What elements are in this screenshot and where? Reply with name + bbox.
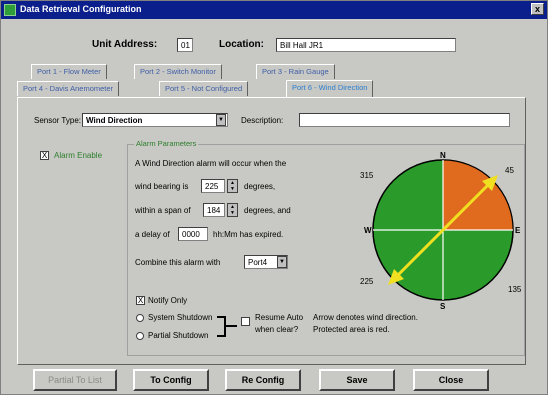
re-config-button[interactable]: Re Config: [225, 369, 301, 391]
bearing-prefix: wind bearing is: [135, 182, 189, 191]
to-config-button[interactable]: To Config: [133, 369, 209, 391]
app-icon: [4, 4, 16, 16]
tab-port-6[interactable]: Port 6 - Wind Direction: [286, 80, 374, 97]
chevron-down-icon[interactable]: ▼: [216, 114, 226, 126]
config-window: Data Retrieval Configuration x Unit Addr…: [0, 0, 548, 395]
compass-45: 45: [505, 166, 514, 175]
compass-225: 225: [360, 277, 374, 286]
delay-prefix: a delay of: [135, 230, 170, 239]
title-bar: Data Retrieval Configuration x: [1, 1, 547, 19]
tab-port-4[interactable]: Port 4 - Davis Anemometer: [17, 81, 120, 96]
bracket-connector: [217, 316, 237, 337]
close-button[interactable]: Close: [413, 369, 489, 391]
partial-to-list-button[interactable]: Partial To List: [33, 369, 117, 391]
span-field[interactable]: 184: [203, 203, 225, 217]
alarm-enable-label: Alarm Enable: [54, 151, 103, 160]
span-spinner[interactable]: ▲ ▼: [227, 203, 238, 217]
chevron-down-icon[interactable]: ▼: [277, 256, 287, 268]
location-label: Location:: [219, 39, 264, 50]
compass-w: W: [364, 226, 372, 235]
resume-auto-label: Resume Auto: [255, 313, 304, 322]
sensor-type-label: Sensor Type:: [34, 116, 81, 125]
notify-only-label: Notify Only: [148, 296, 188, 305]
tab-panel: Sensor Type: Wind Direction ▼ Descriptio…: [17, 97, 526, 365]
description-label: Description:: [241, 116, 284, 125]
tab-port-5[interactable]: Port 5 - Not Configured: [159, 81, 249, 96]
location-field[interactable]: Bill Hall JR1: [276, 38, 456, 52]
delay-field[interactable]: 0000: [178, 227, 208, 241]
sensor-type-select[interactable]: Wind Direction: [82, 113, 228, 127]
save-button[interactable]: Save: [319, 369, 395, 391]
description-field[interactable]: [299, 113, 510, 127]
span-prefix: within a span of: [135, 206, 191, 215]
compass-315: 315: [360, 171, 374, 180]
partial-shutdown-label: Partial Shutdown: [148, 331, 209, 340]
delay-suffix: hh:Mm has expired.: [213, 230, 284, 239]
bearing-field[interactable]: 225: [201, 179, 225, 193]
unit-address-field[interactable]: 01: [177, 38, 193, 52]
bearing-suffix: degrees,: [244, 182, 276, 191]
resume-auto-label-2: when clear?: [255, 325, 299, 334]
alarm-enable-checkbox[interactable]: X: [40, 151, 49, 160]
notify-only-checkbox[interactable]: X: [136, 296, 145, 305]
alarm-description-text: A Wind Direction alarm will occur when t…: [135, 159, 287, 168]
combine-label: Combine this alarm with: [135, 258, 221, 267]
wind-compass: N E S W 45 135 225 315: [360, 151, 522, 310]
tab-port-3[interactable]: Port 3 - Rain Gauge: [256, 64, 335, 79]
resume-auto-checkbox[interactable]: [241, 317, 250, 326]
span-suffix: degrees, and: [244, 206, 291, 215]
close-window-button[interactable]: x: [531, 3, 544, 15]
tab-port-2[interactable]: Port 2 - Switch Monitor: [134, 64, 222, 79]
note-line-2: Protected area is red.: [313, 325, 390, 334]
compass-n: N: [440, 151, 446, 160]
system-shutdown-label: System Shutdown: [148, 313, 213, 322]
compass-e: E: [515, 226, 521, 235]
compass-135: 135: [508, 285, 522, 294]
partial-shutdown-radio[interactable]: [136, 332, 144, 340]
window-title: Data Retrieval Configuration: [20, 4, 142, 14]
note-line-1: Arrow denotes wind direction.: [313, 313, 418, 322]
alarm-parameters-title: Alarm Parameters: [134, 139, 199, 148]
system-shutdown-radio[interactable]: [136, 314, 144, 322]
tab-port-1[interactable]: Port 1 - Flow Meter: [31, 64, 107, 79]
bearing-spinner[interactable]: ▲ ▼: [227, 179, 238, 193]
unit-address-label: Unit Address:: [92, 39, 158, 50]
compass-s: S: [440, 302, 446, 310]
